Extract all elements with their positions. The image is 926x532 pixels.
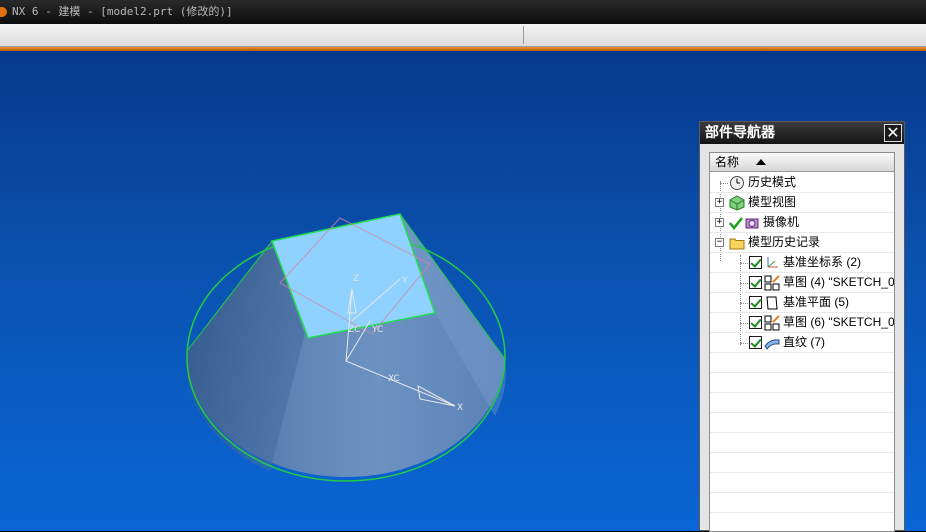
toolbar-separator xyxy=(523,26,524,44)
y-axis-label: Y xyxy=(401,276,408,286)
feature-checkbox[interactable] xyxy=(749,256,762,269)
xc-axis-label: XC xyxy=(388,374,400,384)
title-bar: NX 6 - 建模 - [model2.prt (修改的)] xyxy=(0,0,926,24)
feature-checkbox[interactable] xyxy=(749,296,762,309)
clock-icon xyxy=(730,176,744,190)
tree-item-label: 模型历史记录 xyxy=(748,235,821,249)
collapse-icon[interactable]: − xyxy=(715,238,724,247)
empty-row xyxy=(710,353,894,373)
part-navigator: 部件导航器 ✕ 名称 历史模式 + 模型视图 + 摄像机 − 模型历史记录 基准… xyxy=(699,121,905,532)
tree-item-label: 摄像机 xyxy=(763,215,800,229)
window-title: NX 6 - 建模 - [model2.prt (修改的)] xyxy=(12,5,233,18)
empty-row xyxy=(710,513,894,531)
expand-icon[interactable]: + xyxy=(715,198,724,207)
tree-item-sketch-4[interactable]: 草图 (4) "SKETCH_0 xyxy=(710,273,894,293)
feature-checkbox[interactable] xyxy=(749,276,762,289)
tree-item-label: 草图 (6) "SKETCH_0 xyxy=(783,315,895,329)
column-header-name[interactable]: 名称 xyxy=(710,153,894,172)
tree-item-history-mode[interactable]: 历史模式 xyxy=(710,173,894,193)
tree-item-model-views[interactable]: + 模型视图 xyxy=(710,193,894,213)
camera-icon xyxy=(745,218,759,229)
toolbar-strip xyxy=(0,24,926,47)
z-axis-label: Z xyxy=(353,274,359,284)
zc-axis-label: ZC xyxy=(348,325,360,335)
close-icon[interactable]: ✕ xyxy=(884,124,902,142)
datum-csys-icon xyxy=(767,257,778,268)
nx-logo-icon xyxy=(0,7,7,17)
tree-item-cameras[interactable]: + 摄像机 xyxy=(710,213,894,233)
empty-row xyxy=(710,393,894,413)
checkmark-icon xyxy=(729,217,743,231)
tree-item-label: 模型视图 xyxy=(748,195,797,209)
sketch-icon xyxy=(764,315,780,331)
column-header-label: 名称 xyxy=(715,155,740,169)
ruled-surface-icon xyxy=(764,339,780,350)
empty-row xyxy=(710,413,894,433)
tree-item-label: 直纹 (7) xyxy=(783,335,826,349)
tree-item-model-history[interactable]: − 模型历史记录 xyxy=(710,233,894,253)
yc-axis-label: YC xyxy=(371,325,383,335)
tree-item-sketch-6[interactable]: 草图 (6) "SKETCH_0 xyxy=(710,313,894,333)
empty-row xyxy=(710,473,894,493)
empty-row xyxy=(710,433,894,453)
tree-item-label: 基准坐标系 (2) xyxy=(783,255,862,269)
empty-row xyxy=(710,453,894,473)
tree-item-label: 历史模式 xyxy=(748,175,797,189)
sketch-icon xyxy=(764,275,780,291)
feature-checkbox[interactable] xyxy=(749,316,762,329)
tree-item-datum-plane[interactable]: 基准平面 (5) xyxy=(710,293,894,313)
empty-row xyxy=(710,493,894,513)
model-view-icon xyxy=(729,195,745,211)
empty-row xyxy=(710,373,894,393)
feature-checkbox[interactable] xyxy=(749,336,762,349)
folder-icon xyxy=(729,238,745,250)
tree-item-datum-csys[interactable]: 基准坐标系 (2) xyxy=(710,253,894,273)
datum-plane-icon xyxy=(766,296,778,310)
sort-ascending-icon xyxy=(756,159,766,165)
x-axis-label: X xyxy=(457,403,463,413)
navigator-tree: 名称 历史模式 + 模型视图 + 摄像机 − 模型历史记录 基准坐标系 (2) … xyxy=(709,152,895,532)
tree-item-label: 草图 (4) "SKETCH_0 xyxy=(783,275,895,289)
tree-item-label: 基准平面 (5) xyxy=(783,295,850,309)
tree-item-ruled[interactable]: 直纹 (7) xyxy=(710,333,894,353)
expand-icon[interactable]: + xyxy=(715,218,724,227)
part-navigator-title: 部件导航器 xyxy=(700,122,904,144)
